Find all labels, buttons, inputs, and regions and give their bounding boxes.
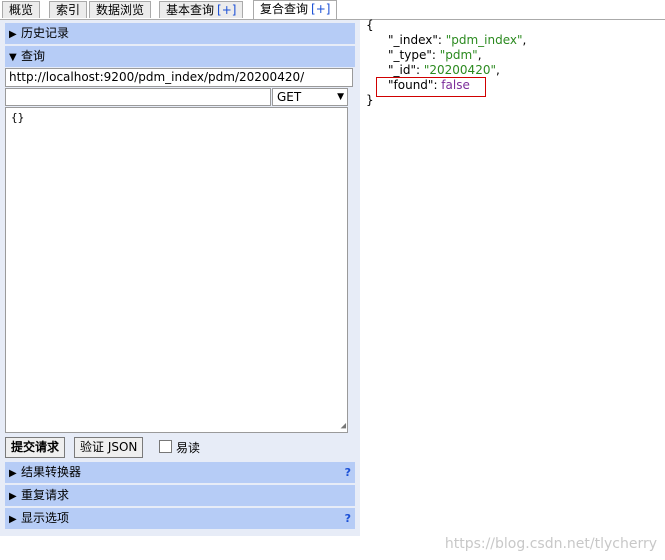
method-value: GET (277, 90, 302, 104)
section-display-options[interactable]: ▶ 显示选项 ? (5, 508, 355, 529)
tab-overview[interactable]: 概览 (2, 1, 41, 18)
json-key: "_type" (388, 48, 432, 62)
tab-label: 索引 (56, 3, 81, 17)
tab-label: 数据浏览 (96, 3, 145, 17)
tab-label: 复合查询 (260, 2, 309, 16)
section-label: 结果转换器 (21, 465, 82, 479)
submit-request-button[interactable]: 提交请求 (5, 437, 66, 458)
section-query[interactable]: ▼ 查询 (5, 46, 355, 67)
method-select[interactable]: GET ▼ (272, 88, 348, 106)
caret-right-icon: ▶ (9, 491, 17, 502)
section-history[interactable]: ▶ 历史记录 (5, 23, 355, 44)
resize-grip-icon[interactable]: ◢ (341, 421, 346, 431)
easy-read-label: 易读 (176, 441, 201, 455)
json-key: "_id" (388, 63, 416, 77)
tab-add-link[interactable]: [+] (217, 3, 236, 17)
section-label: 显示选项 (21, 511, 70, 525)
tab-label: 概览 (9, 3, 34, 17)
tab-add-link[interactable]: [+] (311, 2, 330, 16)
tab-basic-query[interactable]: 基本查询 [+] (159, 1, 244, 18)
json-comma: , (477, 48, 482, 62)
query-panel: ▶ 历史记录 ▼ 查询 http://localhost:9200/pdm_inde… (0, 20, 360, 536)
help-icon[interactable]: ? (345, 462, 351, 483)
help-icon[interactable]: ? (345, 508, 351, 529)
validate-json-button[interactable]: 验证 JSON (74, 437, 144, 458)
section-label: 查询 (21, 49, 46, 63)
chevron-down-icon: ▼ (337, 92, 344, 102)
json-open-brace: { (366, 18, 374, 32)
section-label: 历史记录 (21, 26, 70, 40)
json-comma: , (522, 33, 527, 47)
json-value: "pdm_index" (445, 33, 523, 47)
easy-read-option[interactable]: 易读 (159, 438, 200, 458)
section-label: 重复请求 (21, 488, 70, 502)
easy-read-checkbox[interactable] (159, 440, 172, 453)
caret-right-icon: ▶ (9, 29, 17, 40)
json-value: "pdm" (439, 48, 478, 62)
request-body-textarea[interactable]: {} ◢ (5, 107, 348, 433)
request-body-text: {} (11, 111, 25, 124)
url-input[interactable]: http://localhost:9200/pdm_index/pdm/2020… (5, 68, 353, 87)
json-value: "20200420" (423, 63, 496, 77)
tab-label: 基本查询 (166, 3, 215, 17)
json-comma: , (495, 63, 500, 77)
json-field-id: "_id": "20200420", (388, 63, 500, 77)
section-repeat-request[interactable]: ▶ 重复请求 (5, 485, 355, 506)
caret-right-icon: ▶ (9, 514, 17, 525)
tab-bar: 概览 索引 数据浏览 基本查询 [+] 复合查询 [+] (0, 0, 665, 20)
json-field-type: "_type": "pdm", (388, 48, 482, 62)
caret-down-icon: ▼ (9, 52, 17, 63)
json-field-index: "_index": "pdm_index", (388, 33, 527, 47)
caret-right-icon: ▶ (9, 468, 17, 479)
tab-compound-query[interactable]: 复合查询 [+] (253, 0, 338, 19)
section-result-transformer[interactable]: ▶ 结果转换器 ? (5, 462, 355, 483)
app-root: 概览 索引 数据浏览 基本查询 [+] 复合查询 [+] ▶ 历史记录 ▼ 查询 htt… (0, 0, 665, 560)
tab-data-browse[interactable]: 数据浏览 (89, 1, 152, 18)
json-key: "_index" (388, 33, 438, 47)
tab-indices[interactable]: 索引 (49, 1, 88, 18)
watermark: https://blog.csdn.net/tlycherry (444, 536, 657, 552)
highlight-annotation-box (376, 77, 486, 97)
path-input[interactable] (5, 88, 271, 106)
